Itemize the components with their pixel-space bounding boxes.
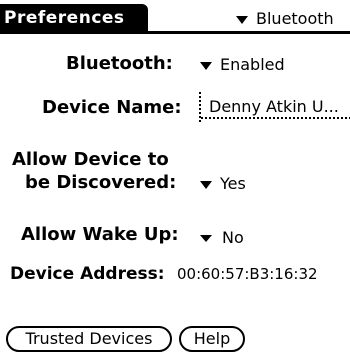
device-name-value: Denny Atkin U... bbox=[209, 97, 339, 116]
wake-up-label: Allow Wake Up: bbox=[21, 224, 179, 245]
bluetooth-enabled-picker[interactable]: Enabled bbox=[200, 54, 285, 76]
trusted-devices-button[interactable]: Trusted Devices bbox=[6, 326, 172, 352]
bluetooth-value: Enabled bbox=[220, 55, 285, 74]
device-address-label: Device Address: bbox=[10, 264, 165, 284]
discoverable-value: Yes bbox=[220, 174, 246, 193]
discoverable-picker[interactable]: Yes bbox=[200, 173, 246, 195]
category-picker-label: Bluetooth bbox=[256, 9, 334, 28]
title-divider bbox=[0, 31, 350, 34]
device-name-label: Device Name: bbox=[42, 97, 182, 118]
device-address-value: 00:60:57:B3:16:32 bbox=[177, 265, 318, 283]
title-bar: Preferences Bluetooth bbox=[0, 0, 350, 38]
discoverable-label-line2: be Discovered: bbox=[25, 172, 177, 193]
wake-up-value: No bbox=[222, 228, 244, 247]
dropdown-triangle-icon bbox=[200, 235, 212, 242]
device-name-field[interactable]: Denny Atkin U... bbox=[199, 92, 350, 122]
category-picker[interactable]: Bluetooth bbox=[236, 8, 334, 30]
dropdown-triangle-icon bbox=[200, 61, 212, 70]
dropdown-triangle-icon bbox=[236, 15, 248, 24]
wake-up-picker[interactable]: No bbox=[200, 227, 244, 249]
dropdown-triangle-icon bbox=[200, 180, 212, 189]
discoverable-label-line1: Allow Device to bbox=[12, 149, 169, 170]
bluetooth-label: Bluetooth: bbox=[66, 53, 173, 74]
help-button[interactable]: Help bbox=[179, 326, 245, 352]
app-title: Preferences bbox=[0, 4, 148, 32]
